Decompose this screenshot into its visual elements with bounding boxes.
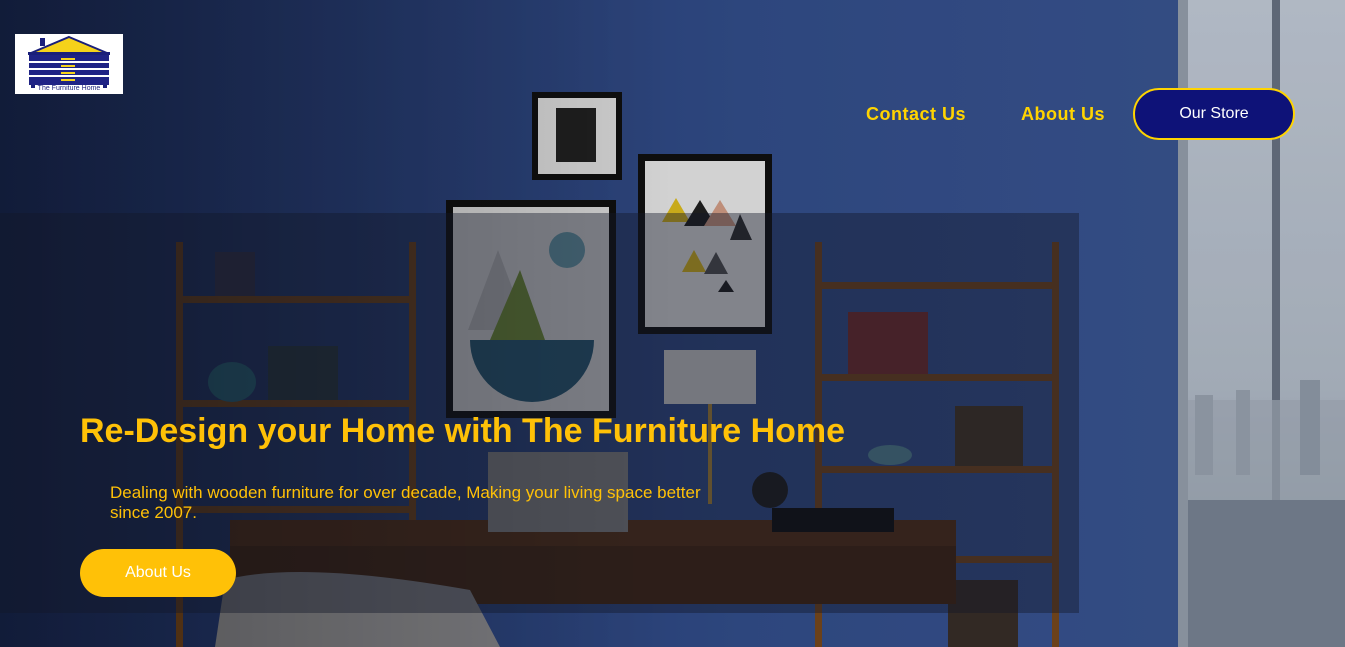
- main-nav: Contact Us About Us Our Store: [866, 88, 1295, 140]
- hero-about-button[interactable]: About Us: [80, 549, 236, 597]
- nav-contact-link[interactable]: Contact Us: [866, 104, 966, 125]
- logo-caption: The Furniture Home: [37, 85, 101, 92]
- our-store-button[interactable]: Our Store: [1133, 88, 1295, 140]
- hero-subtitle: Dealing with wooden furniture for over d…: [110, 483, 701, 522]
- hero-title: Re-Design your Home with The Furniture H…: [80, 412, 846, 450]
- site-logo[interactable]: The Furniture Home: [15, 34, 123, 94]
- nav-about-link[interactable]: About Us: [1021, 104, 1105, 125]
- page: The Furniture Home Contact Us About Us O…: [0, 0, 1345, 647]
